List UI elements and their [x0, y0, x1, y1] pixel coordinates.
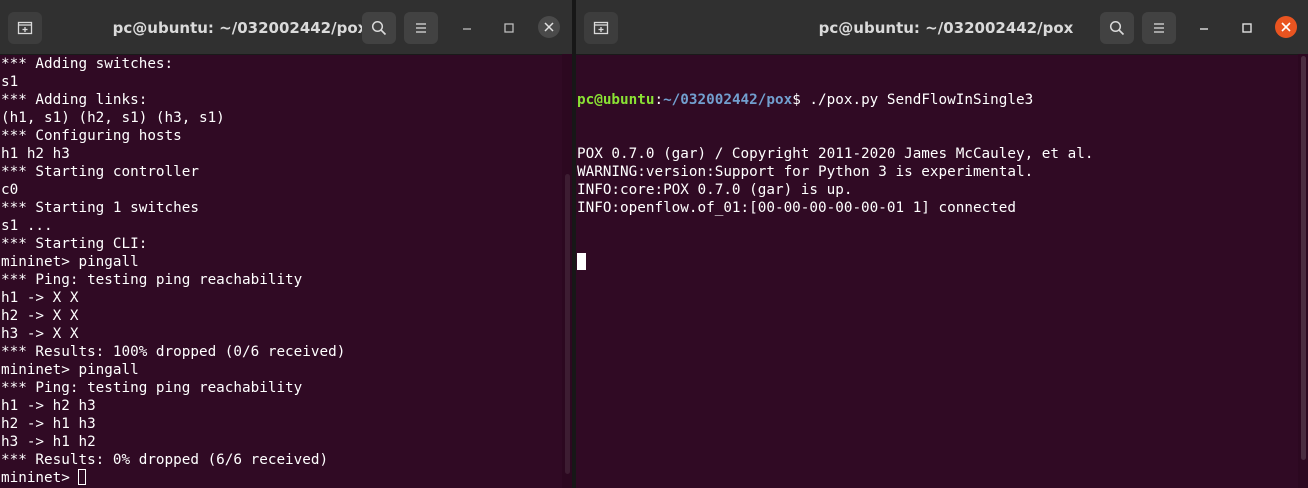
pox-command-line: pc@ubuntu:~/032002442/pox$ ./pox.py Send…	[577, 91, 1298, 109]
minimize-icon	[463, 28, 471, 30]
maximize-icon	[504, 23, 514, 33]
left-search-button[interactable]	[362, 12, 396, 44]
close-icon	[544, 22, 554, 32]
left-minimize-button[interactable]	[457, 18, 477, 38]
terminal-line: (h1, s1) (h2, s1) (h3, s1)	[1, 110, 225, 126]
terminal-cursor	[78, 469, 87, 485]
left-new-tab-button[interactable]	[8, 12, 42, 44]
terminal-line: h2 -> h1 h3	[1, 416, 96, 432]
left-terminal-output[interactable]: *** Adding switches: s1 *** Adding links: (…	[0, 54, 562, 488]
right-scrollbar[interactable]	[1298, 54, 1308, 488]
right-maximize-button[interactable]	[1237, 18, 1257, 38]
terminal-line: h3 -> X X	[1, 326, 79, 342]
terminal-line: *** Ping: testing ping reachability	[1, 380, 303, 396]
right-minimize-button[interactable]	[1194, 18, 1214, 38]
prompt-user: pc@ubuntu	[577, 92, 655, 108]
right-titlebar[interactable]: pc@ubuntu: ~/032002442/pox	[576, 0, 1308, 55]
left-close-button[interactable]	[538, 16, 560, 38]
right-new-tab-button[interactable]	[584, 12, 618, 44]
new-tab-icon	[593, 21, 609, 35]
terminal-line: h2 -> X X	[1, 308, 79, 324]
right-close-button[interactable]	[1275, 16, 1297, 38]
terminal-line: *** Starting 1 switches	[1, 200, 199, 216]
terminal-line: h1 -> h2 h3	[1, 398, 96, 414]
left-scrollbar[interactable]	[562, 54, 572, 488]
terminal-line: *** Ping: testing ping reachability	[1, 272, 303, 288]
hamburger-menu-icon	[416, 23, 426, 33]
terminal-line: s1	[1, 74, 19, 90]
close-icon	[1281, 22, 1291, 32]
minimize-icon	[1200, 28, 1208, 30]
left-window-title: pc@ubuntu: ~/032002442/pox	[112, 19, 368, 37]
left-scrollbar-thumb[interactable]	[565, 174, 570, 474]
terminal-line: *** Results: 100% dropped (0/6 received)	[1, 344, 346, 360]
mininet-prompt: mininet>	[1, 470, 79, 486]
right-window-title: pc@ubuntu: ~/032002442/pox	[818, 19, 1074, 37]
terminal-line: INFO:openflow.of_01:[00-00-00-00-00-01 1…	[577, 200, 1016, 216]
hamburger-menu-icon	[1154, 23, 1164, 33]
search-icon	[371, 20, 387, 36]
terminal-line: WARNING:version:Support for Python 3 is …	[577, 164, 1034, 180]
mininet-prompt-line: mininet>	[1, 469, 562, 487]
left-menu-button[interactable]	[404, 12, 438, 44]
right-terminal-output[interactable]: pc@ubuntu:~/032002442/pox$ ./pox.py Send…	[576, 54, 1298, 488]
new-tab-icon	[17, 21, 33, 35]
prompt-command: $ ./pox.py SendFlowInSingle3	[792, 92, 1034, 108]
right-menu-button[interactable]	[1142, 12, 1176, 44]
left-terminal-window: pc@ubuntu: ~/032002442/pox *** Adding sw…	[0, 0, 572, 488]
terminal-line: *** Configuring hosts	[1, 128, 182, 144]
terminal-line: *** Adding switches:	[1, 56, 174, 72]
right-search-button[interactable]	[1100, 12, 1134, 44]
terminal-line: POX 0.7.0 (gar) / Copyright 2011-2020 Ja…	[577, 146, 1094, 162]
prompt-colon: :	[654, 92, 664, 108]
search-icon	[1109, 20, 1125, 36]
terminal-line: INFO:core:POX 0.7.0 (gar) is up.	[577, 182, 853, 198]
terminal-line: c0	[1, 182, 19, 198]
right-scrollbar-thumb[interactable]	[1301, 56, 1306, 460]
prompt-path: ~/032002442/pox	[663, 92, 793, 108]
terminal-line: h3 -> h1 h2	[1, 434, 96, 450]
terminal-line: h1 -> X X	[1, 290, 79, 306]
right-terminal-window: pc@ubuntu: ~/032002442/pox pc@ubuntu:~/0…	[576, 0, 1308, 488]
right-output-lines: POX 0.7.0 (gar) / Copyright 2011-2020 Ja…	[577, 145, 1298, 217]
terminal-line: mininet> pingall	[1, 254, 139, 270]
terminal-cursor	[577, 253, 586, 270]
terminal-line: s1 ...	[1, 218, 53, 234]
terminal-line: *** Results: 0% dropped (6/6 received)	[1, 452, 329, 468]
terminal-line: h1 h2 h3	[1, 146, 70, 162]
terminal-line: *** Starting CLI:	[1, 236, 148, 252]
terminal-line: *** Starting controller	[1, 164, 199, 180]
left-maximize-button[interactable]	[499, 18, 519, 38]
right-cursor-line	[577, 253, 1298, 271]
maximize-icon	[1242, 23, 1252, 33]
terminal-line: *** Adding links:	[1, 92, 148, 108]
terminal-line: mininet> pingall	[1, 362, 139, 378]
left-titlebar[interactable]: pc@ubuntu: ~/032002442/pox	[0, 0, 572, 55]
